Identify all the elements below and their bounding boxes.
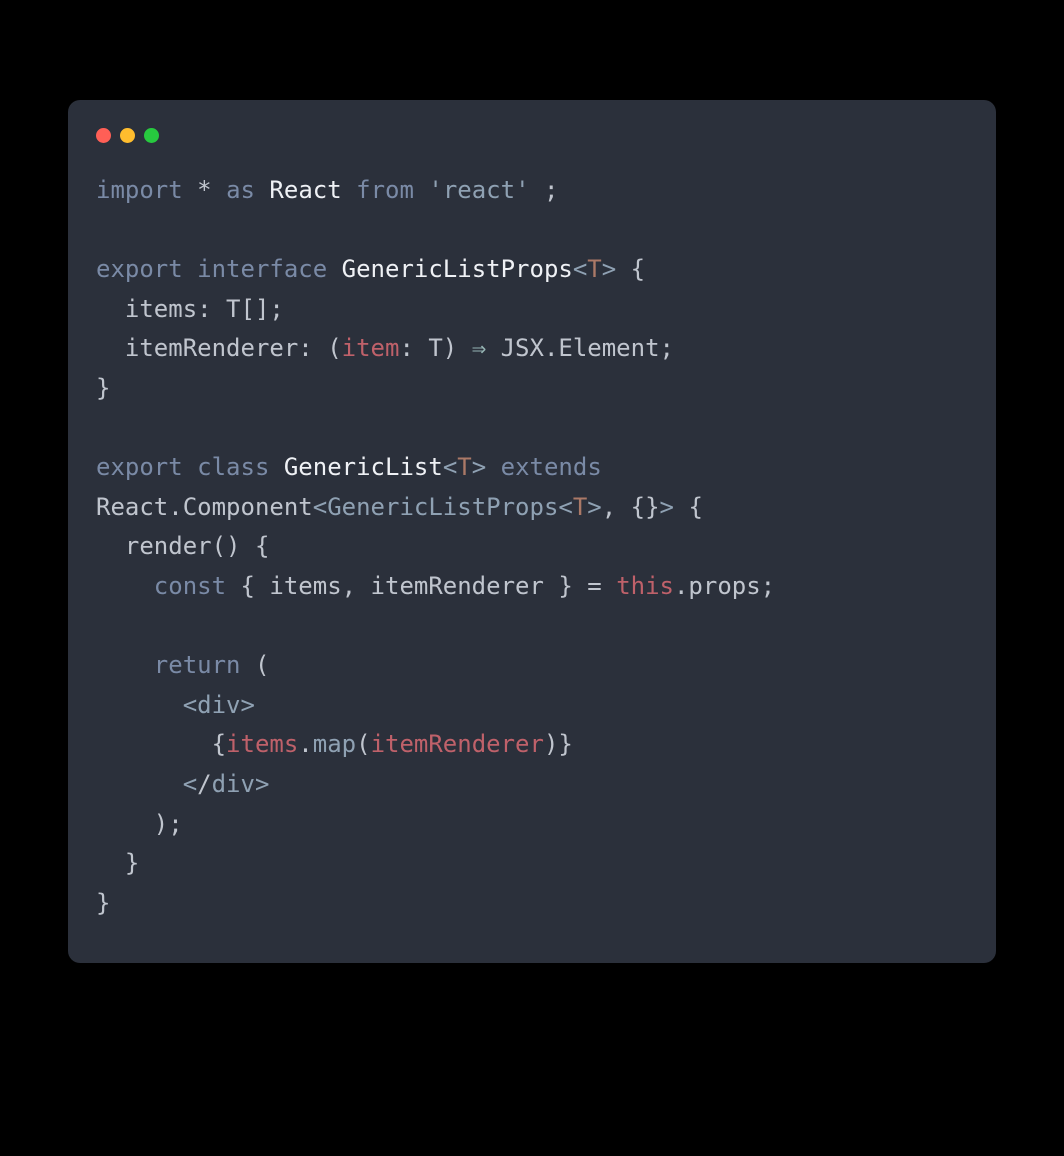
code-token: ; — [530, 176, 559, 204]
code-token: > — [472, 453, 486, 481]
code-token: React.Component — [96, 493, 313, 521]
zoom-icon[interactable] — [144, 128, 159, 143]
code-token: < — [313, 493, 327, 521]
code-token: )} — [544, 730, 573, 758]
code-token: extends — [501, 453, 602, 481]
code-token: div — [212, 770, 255, 798]
code-token: GenericListProps — [342, 255, 573, 283]
code-token: from — [356, 176, 414, 204]
code-token: ( — [356, 730, 370, 758]
code-token: render() { — [96, 532, 269, 560]
code-token: map — [313, 730, 356, 758]
code-token — [255, 176, 269, 204]
code-token: > — [587, 493, 601, 521]
code-token: : T) — [399, 334, 471, 362]
code-token: items — [226, 730, 298, 758]
code-token: GenericList — [284, 453, 443, 481]
code-token: } — [96, 374, 110, 402]
code-token: { items, itemRenderer } = — [226, 572, 616, 600]
code-token: ⇒ — [472, 334, 486, 362]
code-token: import — [96, 176, 183, 204]
code-token: as — [226, 176, 255, 204]
code-token: . — [298, 730, 312, 758]
code-token — [183, 255, 197, 283]
code-token: export — [96, 453, 183, 481]
code-token — [96, 651, 154, 679]
code-token: class — [197, 453, 269, 481]
code-token — [414, 176, 428, 204]
code-token: React — [269, 176, 341, 204]
code-token: itemRenderer: ( — [96, 334, 342, 362]
code-token: { — [674, 493, 703, 521]
code-token: T — [457, 453, 471, 481]
code-block: import * as React from 'react' ; export … — [68, 171, 996, 923]
code-token — [212, 176, 226, 204]
code-token: , {} — [602, 493, 660, 521]
code-token: } — [96, 849, 139, 877]
code-token — [486, 453, 500, 481]
code-token — [327, 255, 341, 283]
code-token: ); — [96, 810, 183, 838]
code-token: < — [573, 255, 587, 283]
minimize-icon[interactable] — [120, 128, 135, 143]
titlebar — [68, 128, 996, 171]
code-token — [342, 176, 356, 204]
code-token: return — [154, 651, 241, 679]
code-token: export — [96, 255, 183, 283]
code-token: * — [197, 176, 211, 204]
code-token — [96, 572, 154, 600]
code-token: < — [558, 493, 572, 521]
code-token: > — [241, 691, 255, 719]
code-token: < — [443, 453, 457, 481]
code-token — [96, 691, 183, 719]
code-token: .props; — [674, 572, 775, 600]
code-token: JSX.Element; — [486, 334, 674, 362]
close-icon[interactable] — [96, 128, 111, 143]
code-token — [183, 453, 197, 481]
code-token: div — [197, 691, 240, 719]
code-token — [96, 770, 183, 798]
code-token: / — [197, 770, 211, 798]
code-token: this — [616, 572, 674, 600]
code-token: > — [660, 493, 674, 521]
code-token — [183, 176, 197, 204]
code-token: T — [573, 493, 587, 521]
code-token: const — [154, 572, 226, 600]
code-token: item — [342, 334, 400, 362]
code-token: > — [602, 255, 616, 283]
code-token: < — [183, 691, 197, 719]
code-token: GenericListProps — [327, 493, 558, 521]
code-token: } — [96, 889, 110, 917]
code-token: items: T[]; — [96, 295, 284, 323]
code-token: < — [183, 770, 197, 798]
code-token: ( — [241, 651, 270, 679]
code-token — [269, 453, 283, 481]
code-token: interface — [197, 255, 327, 283]
code-token: { — [96, 730, 226, 758]
code-token: itemRenderer — [371, 730, 544, 758]
code-token: T — [587, 255, 601, 283]
code-token: 'react' — [428, 176, 529, 204]
code-token: { — [616, 255, 645, 283]
code-window: import * as React from 'react' ; export … — [68, 100, 996, 963]
code-token: > — [255, 770, 269, 798]
